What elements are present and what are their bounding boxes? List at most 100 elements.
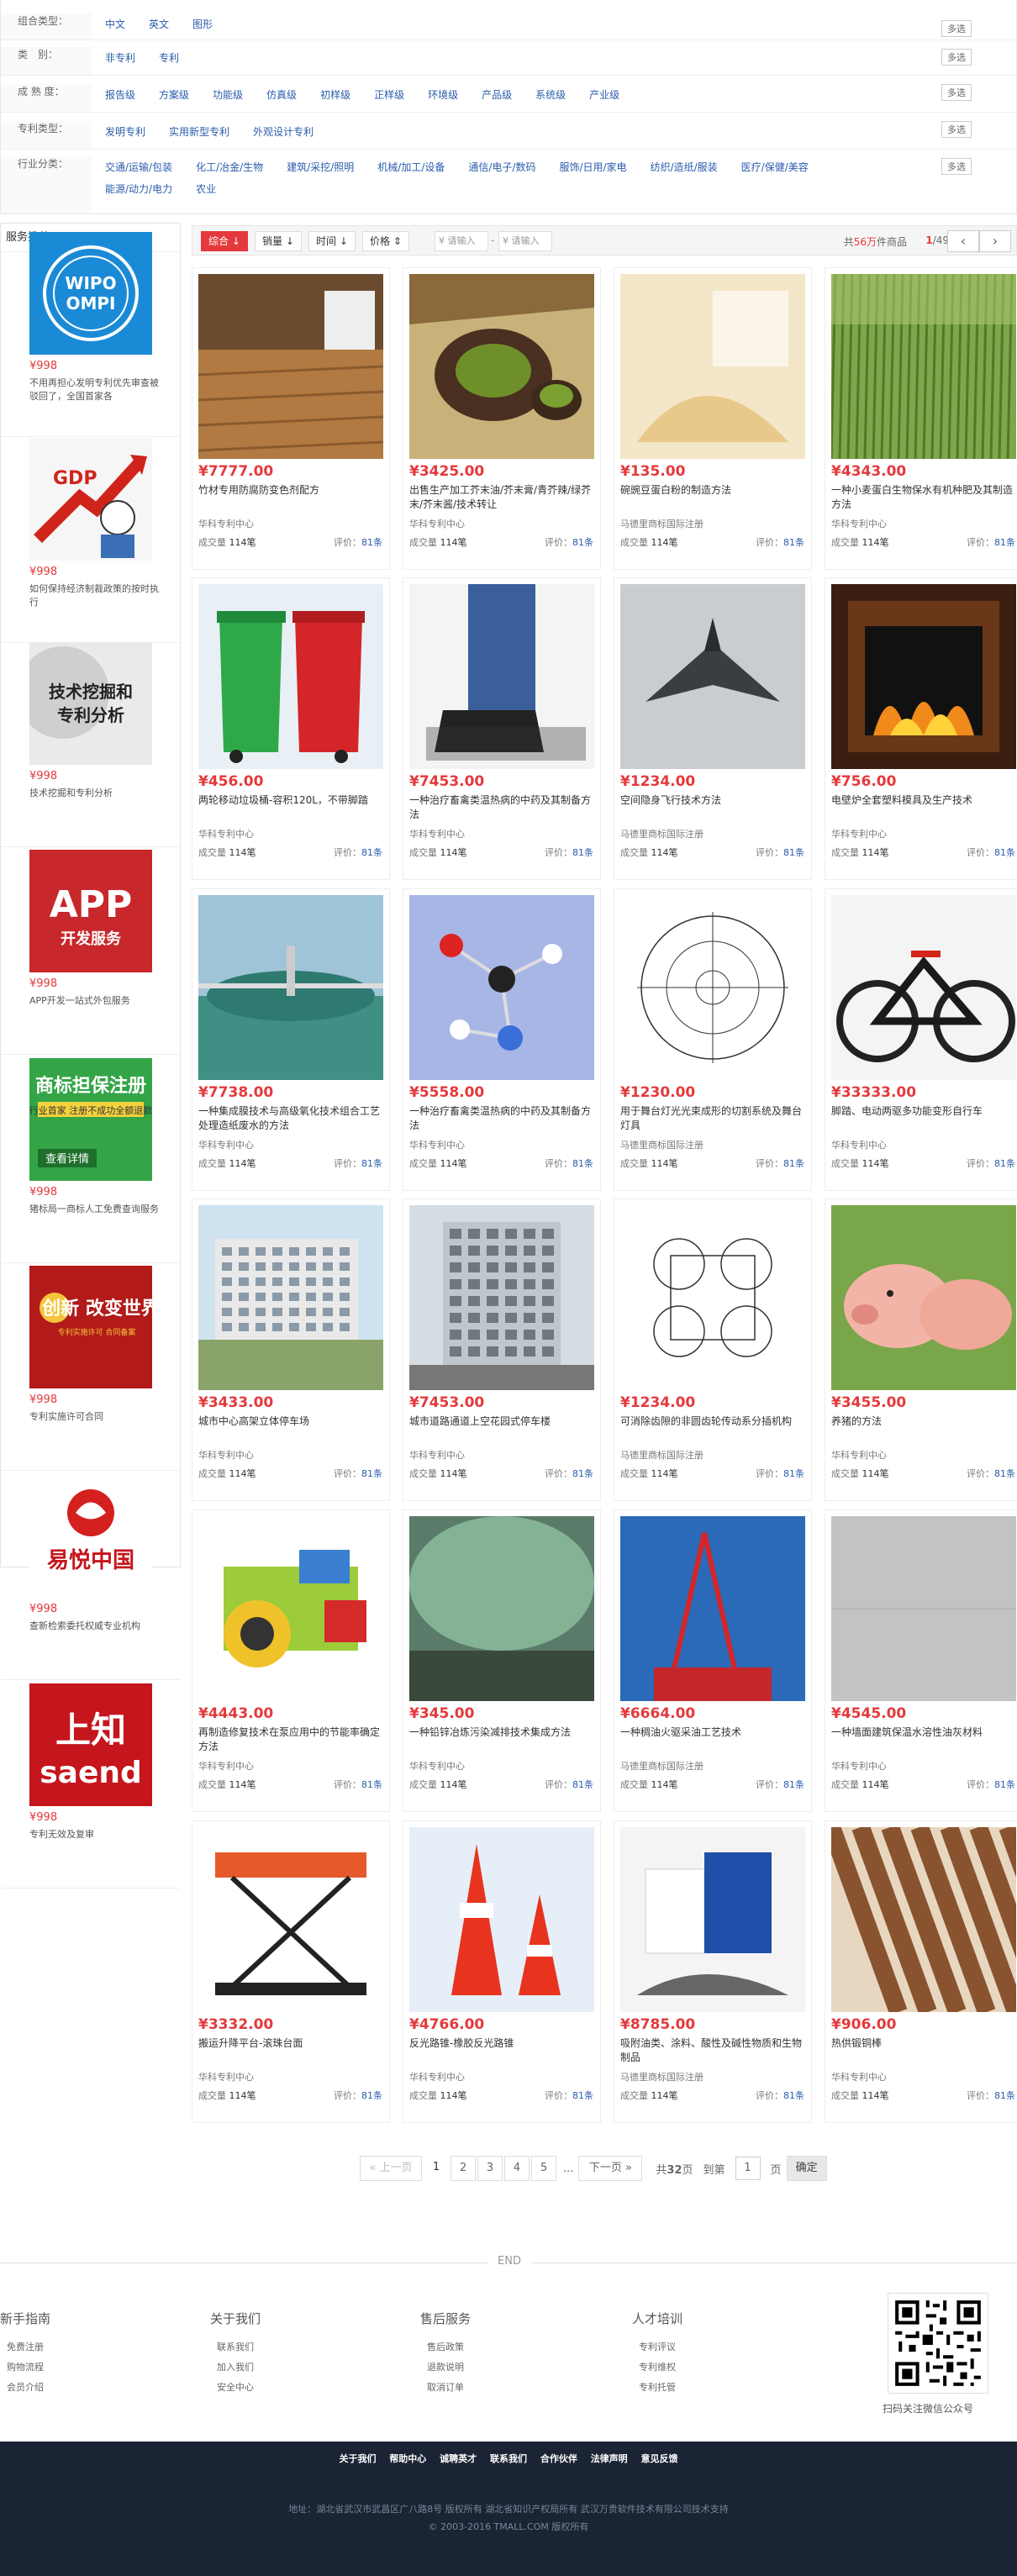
filter-option[interactable]: 初样级 [320, 84, 350, 106]
product-card[interactable]: ¥8785.00 吸附油类、涂料、酸性及碱性物质和生物制品 马德里商标国际注册 成交量… [614, 1820, 812, 2123]
page-number[interactable]: 3 [477, 2156, 503, 2181]
filter-option[interactable]: 实用新型专利 [169, 121, 229, 143]
product-shop[interactable]: 马德里商标国际注册 [620, 827, 703, 840]
product-title[interactable]: 一种墙面建筑保温水溶性油灰材料 [831, 1725, 1017, 1754]
next-page-button[interactable]: › [979, 230, 1011, 252]
product-image[interactable] [620, 274, 805, 459]
filter-option[interactable]: 通信/电子/数码 [468, 156, 535, 178]
product-title[interactable]: 城市中心高架立体停车场 [198, 1414, 385, 1443]
product-image[interactable] [620, 1516, 805, 1701]
footer-link[interactable]: 联系我们 [210, 2337, 261, 2357]
product-image[interactable] [198, 1516, 383, 1701]
product-shop[interactable]: 华科专利中心 [409, 2070, 465, 2083]
product-title[interactable]: 一种小麦蛋白生物保水有机种肥及其制造方法 [831, 483, 1017, 512]
product-title[interactable]: 一种集成膜技术与高级氧化技术组合工艺处理造纸废水的方法 [198, 1104, 385, 1133]
sidebar-item[interactable]: 上知 saend ¥998 专利无效及复审 [1, 1683, 180, 1889]
product-title[interactable]: 碗豌豆蛋白粉的制造方法 [620, 483, 807, 512]
product-card[interactable]: ¥7453.00 城市道路通道上空花园式停车楼 华科专利中心 成交量 114笔 评价：8… [403, 1198, 601, 1501]
rating-count[interactable]: 81条 [572, 847, 593, 858]
page-number-current[interactable]: 1 [424, 2156, 449, 2181]
rating-count[interactable]: 81条 [783, 1468, 804, 1479]
goto-page-input[interactable]: 1 [735, 2157, 761, 2180]
product-shop[interactable]: 马德里商标国际注册 [620, 1138, 703, 1151]
service-desc[interactable]: 猪标局一商标人工免费查询服务 [29, 1203, 164, 1216]
bottom-link[interactable]: 合作伙伴 [540, 2453, 577, 2464]
product-title[interactable]: 城市道路通道上空花园式停车楼 [409, 1414, 596, 1443]
product-image[interactable] [409, 274, 594, 459]
filter-option[interactable]: 报告级 [105, 84, 135, 106]
product-image[interactable] [620, 1827, 805, 2012]
product-title[interactable]: 空间隐身飞行技术方法 [620, 793, 807, 822]
product-shop[interactable]: 马德里商标国际注册 [620, 1448, 703, 1462]
product-shop[interactable]: 马德里商标国际注册 [620, 517, 703, 530]
sidebar-item[interactable]: 创新 改变世界 专利实施许可 合同备案 ¥998 专利实施许可合同 [1, 1266, 180, 1471]
product-card[interactable]: ¥4343.00 一种小麦蛋白生物保水有机种肥及其制造方法 华科专利中心 成交量 11… [825, 267, 1017, 570]
product-image[interactable] [831, 1827, 1016, 2012]
product-shop[interactable]: 马德里商标国际注册 [620, 2070, 703, 2083]
filter-option[interactable]: 英文 [149, 13, 169, 35]
product-shop[interactable]: 华科专利中心 [831, 1138, 887, 1151]
product-shop[interactable]: 华科专利中心 [831, 517, 887, 530]
product-shop[interactable]: 华科专利中心 [831, 1448, 887, 1462]
service-image[interactable]: APP 开发服务 [29, 850, 152, 972]
product-title[interactable]: 吸附油类、涂料、酸性及碱性物质和生物制品 [620, 2036, 807, 2065]
filter-option[interactable]: 医疗/保健/美容 [741, 156, 809, 178]
product-card[interactable]: ¥7453.00 一种治疗畜禽类温热病的中药及其制备方法 华科专利中心 成交量 114… [403, 577, 601, 880]
product-title[interactable]: 一种治疗畜禽类温热病的中药及其制备方法 [409, 1104, 596, 1133]
product-title[interactable]: 热供锻铜棒 [831, 2036, 1017, 2065]
product-image[interactable] [620, 584, 805, 769]
filter-option[interactable]: 方案级 [159, 84, 189, 106]
prev-page-button[interactable]: ‹ [947, 230, 979, 252]
product-image[interactable] [198, 1205, 383, 1390]
filter-option[interactable]: 机械/加工/设备 [377, 156, 445, 178]
product-title[interactable]: 搬运升降平台-滚珠台面 [198, 2036, 385, 2065]
sidebar-item[interactable]: 商标担保注册 行业首家 注册不成功全额退款 查看详情 ¥998 猪标局一商标人工免费查询… [1, 1058, 180, 1263]
product-title[interactable]: 一种铅锌冶炼污染减排技术集成方法 [409, 1725, 596, 1754]
product-title[interactable]: 出售生产加工芥末油/芥末膏/青芥辣/绿芥末/芥末酱/技术转让 [409, 483, 596, 512]
footer-link[interactable]: 专利评议 [632, 2337, 682, 2357]
product-card[interactable]: ¥345.00 一种铅锌冶炼污染减排技术集成方法 华科专利中心 成交量 114笔 评价：… [403, 1509, 601, 1812]
product-image[interactable] [620, 895, 805, 1080]
multi-select-button[interactable]: 多选 [941, 121, 972, 138]
footer-link[interactable]: 购物流程 [0, 2357, 50, 2378]
product-title[interactable]: 反光路锥-橡胶反光路锥 [409, 2036, 596, 2065]
rating-count[interactable]: 81条 [572, 537, 593, 548]
rating-count[interactable]: 81条 [361, 537, 382, 548]
product-shop[interactable]: 华科专利中心 [198, 517, 254, 530]
product-image[interactable] [831, 1205, 1016, 1390]
service-image[interactable]: 技术挖掘和 专利分析 [29, 642, 152, 765]
product-image[interactable] [831, 895, 1016, 1080]
service-image[interactable]: 商标担保注册 行业首家 注册不成功全额退款 查看详情 [29, 1058, 152, 1181]
price-min-input[interactable]: ¥ 请输入 [435, 231, 488, 251]
rating-count[interactable]: 81条 [572, 1158, 593, 1169]
filter-option[interactable]: 专利 [159, 47, 179, 69]
product-card[interactable]: ¥3332.00 搬运升降平台-滚珠台面 华科专利中心 成交量 114笔 评价：81条 [192, 1820, 390, 2123]
sort-comprehensive-button[interactable]: 综合 ↓ [201, 231, 248, 251]
multi-select-button[interactable]: 多选 [941, 84, 972, 101]
rating-count[interactable]: 81条 [994, 1468, 1015, 1479]
sort-sales-button[interactable]: 销量 ↓ [255, 231, 302, 251]
product-image[interactable] [620, 1205, 805, 1390]
rating-count[interactable]: 81条 [361, 847, 382, 858]
prev-page-link[interactable]: « 上一页 [360, 2156, 422, 2181]
product-card[interactable]: ¥456.00 两轮移动垃圾桶-容积120L，不带脚踏 华科专利中心 成交量 114笔… [192, 577, 390, 880]
service-image[interactable]: 上知 saend [29, 1683, 152, 1806]
product-card[interactable]: ¥7738.00 一种集成膜技术与高级氧化技术组合工艺处理造纸废水的方法 华科专利中… [192, 888, 390, 1191]
product-shop[interactable]: 华科专利中心 [831, 827, 887, 840]
filter-option[interactable]: 功能级 [213, 84, 243, 106]
product-shop[interactable]: 华科专利中心 [198, 2070, 254, 2083]
product-image[interactable] [409, 1516, 594, 1701]
service-desc[interactable]: 查新检索委托权威专业机构 [29, 1620, 164, 1633]
product-image[interactable] [409, 1205, 594, 1390]
rating-count[interactable]: 81条 [572, 1468, 593, 1479]
product-title[interactable]: 一种稠油火驱采油工艺技术 [620, 1725, 807, 1754]
filter-option[interactable]: 纺织/造纸/服装 [651, 156, 718, 178]
footer-link[interactable]: 取消订单 [420, 2378, 471, 2398]
product-card[interactable]: ¥5558.00 一种治疗畜禽类温热病的中药及其制备方法 华科专利中心 成交量 114… [403, 888, 601, 1191]
service-desc[interactable]: 专利无效及复审 [29, 1828, 164, 1841]
product-shop[interactable]: 华科专利中心 [831, 1759, 887, 1773]
sort-price-button[interactable]: 价格 ⇕ [362, 231, 409, 251]
footer-link[interactable]: 加入我们 [210, 2357, 261, 2378]
product-card[interactable]: ¥756.00 电壁炉全套塑料模具及生产技术 华科专利中心 成交量 114笔 评价：81… [825, 577, 1017, 880]
rating-count[interactable]: 81条 [572, 2090, 593, 2101]
